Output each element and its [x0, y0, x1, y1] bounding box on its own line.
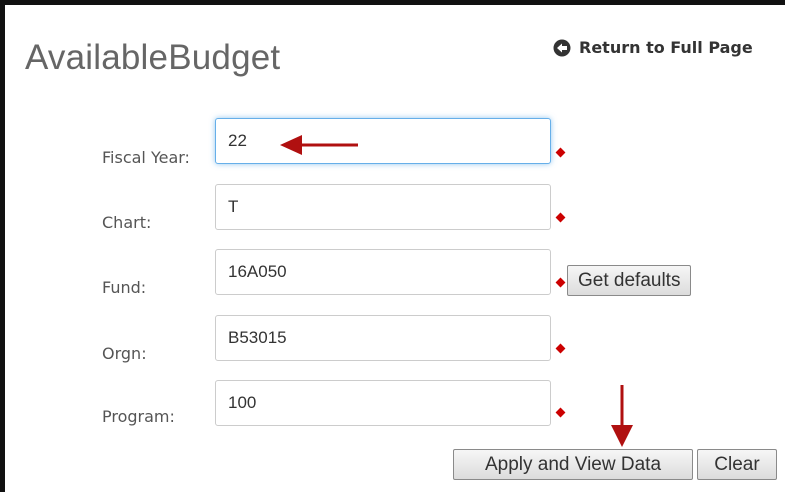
get-defaults-button[interactable]: Get defaults [567, 265, 692, 296]
required-marker [555, 147, 566, 158]
form-window: AvailableBudget Return to Full Page Fisc… [0, 0, 785, 492]
clear-button[interactable]: Clear [697, 449, 777, 480]
apply-and-view-data-button[interactable]: Apply and View Data [453, 449, 693, 480]
fund-label: Fund: [102, 278, 147, 297]
fiscal-year-label: Fiscal Year: [102, 148, 190, 167]
program-input[interactable] [215, 380, 551, 426]
required-marker [555, 277, 566, 288]
orgn-label: Orgn: [102, 344, 147, 363]
circle-left-arrow-icon [553, 39, 571, 56]
orgn-input[interactable] [215, 315, 551, 361]
page-title: AvailableBudget [25, 38, 281, 77]
chart-input[interactable] [215, 184, 551, 230]
fund-input[interactable] [215, 249, 551, 295]
required-marker [555, 407, 566, 418]
down-arrow-annotation-icon [611, 385, 633, 447]
fiscal-year-input[interactable] [215, 118, 551, 164]
return-link-label: Return to Full Page [579, 38, 753, 57]
program-label: Program: [102, 407, 175, 426]
left-arrow-annotation-icon [280, 135, 358, 155]
required-marker [555, 343, 566, 354]
required-marker [555, 212, 566, 223]
chart-label: Chart: [102, 213, 152, 232]
return-to-full-page-link[interactable]: Return to Full Page [553, 38, 753, 57]
